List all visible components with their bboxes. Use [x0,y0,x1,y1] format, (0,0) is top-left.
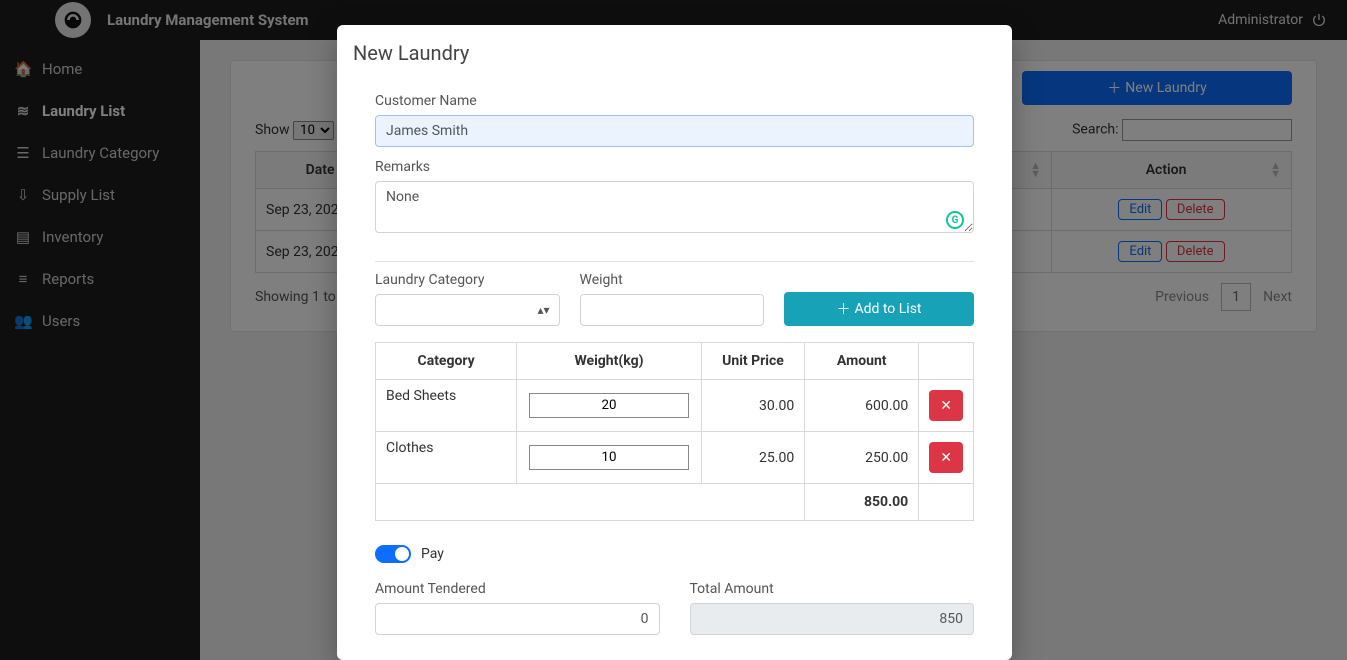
col-weight: Weight(kg) [517,343,702,380]
tendered-label: Amount Tendered [375,581,660,597]
remarks-label: Remarks [375,159,974,175]
close-icon: ✕ [940,449,952,466]
col-unit: Unit Price [701,343,804,380]
close-icon: ✕ [940,397,952,414]
cell-amount: 250.00 [805,432,919,484]
col-remove [919,343,974,380]
weight-input[interactable] [580,294,765,326]
total-amount: 850.00 [805,484,919,521]
button-label: Add to List [854,301,921,317]
weight-label: Weight [580,272,765,288]
grammarly-icon[interactable]: G [946,211,964,229]
item-weight-input[interactable] [529,445,689,470]
total-amount-display [690,603,975,635]
remarks-wrap: G [375,181,974,237]
col-category: Category [376,343,517,380]
customer-name-input[interactable] [375,115,974,147]
item-weight-input[interactable] [529,393,689,418]
item-row: Clothes 25.00 250.00 ✕ [376,432,974,484]
customer-name-label: Customer Name [375,93,974,109]
remarks-input[interactable] [375,181,974,233]
pay-switch-row: Pay [375,545,974,563]
remove-item-button[interactable]: ✕ [929,442,963,473]
plus-icon: ＋ [836,299,850,319]
modal-title: New Laundry [337,25,1012,75]
total-row: 850.00 [376,484,974,521]
add-to-list-button[interactable]: ＋ Add to List [784,292,974,326]
col-amount: Amount [805,343,919,380]
pay-toggle[interactable] [375,545,411,563]
new-laundry-modal: New Laundry Customer Name Remarks G Laun… [337,25,1012,660]
tendered-input[interactable] [375,603,660,635]
pay-label: Pay [421,546,444,562]
cell-amount: 600.00 [805,380,919,432]
cell-unit: 25.00 [701,432,804,484]
category-label: Laundry Category [375,272,560,288]
cell-category: Clothes [376,432,517,484]
items-table: Category Weight(kg) Unit Price Amount Be… [375,342,974,521]
item-row: Bed Sheets 30.00 600.00 ✕ [376,380,974,432]
total-label: Total Amount [690,581,975,597]
remove-item-button[interactable]: ✕ [929,390,963,421]
cell-category: Bed Sheets [376,380,517,432]
cell-unit: 30.00 [701,380,804,432]
divider [375,261,974,262]
category-select[interactable] [375,294,560,326]
